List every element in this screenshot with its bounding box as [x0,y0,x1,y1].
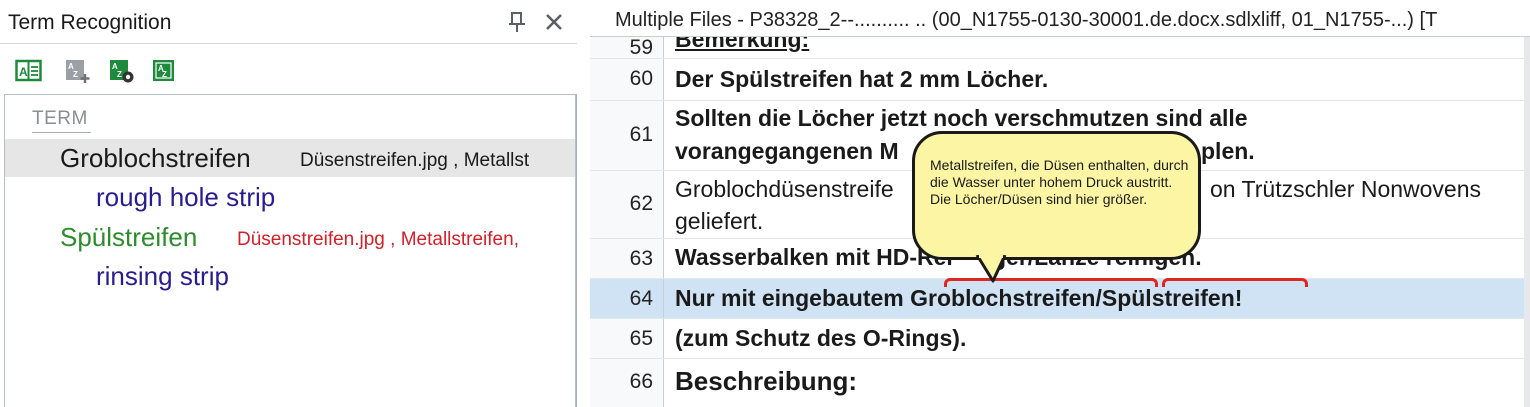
term-list: TERM Groblochstreifen Düsenstreifen.jpg … [4,94,576,407]
segment-number: 59 [590,37,664,58]
source-term: Groblochstreifen [60,143,251,173]
term-files: Düsenstreifen.jpg , Metallstreifen, [237,229,519,250]
segment-number: 60 [590,59,664,100]
term-files: Düsenstreifen.jpg , Metallst [300,150,530,171]
editor-title: Multiple Files - P38328_2--.......... ..… [615,9,1438,31]
term-row[interactable]: Spülstreifen Düsenstreifen.jpg , Metalls… [5,218,575,256]
term-tooltip: Metallstreifen, die Düsen enthalten, dur… [912,131,1201,260]
segment-number: 63 [590,239,664,278]
segment-number: 65 [590,319,664,358]
vertical-scrollbar[interactable] [1524,37,1530,407]
segment-number: 61 [590,101,664,170]
term-marker [1162,278,1308,287]
segment-text-line2[interactable]: vorangegangenen M [675,136,899,167]
pin-icon[interactable] [506,10,528,34]
term-settings-icon[interactable]: A Z [108,57,135,84]
segment-text-line1[interactable]: Groblochdüsenstreife [675,174,894,205]
tooltip-pointer [975,255,1007,283]
svg-text:Z: Z [117,70,122,79]
svg-text:Z: Z [73,70,78,79]
segment-row[interactable]: 60 Der Spülstreifen hat 2 mm Löcher. [590,59,1524,101]
segment-text[interactable]: Der Spülstreifen hat 2 mm Löcher. [675,64,1048,95]
term-toolbar: A A Z A Z A Z [0,44,577,94]
panel-title: Term Recognition [8,11,172,34]
segment-text-line1-end[interactable]: on Trützschler Nonwovens [1210,174,1481,205]
recognized-term-groblochstreifen[interactable]: Groblochstreifen [910,285,1095,311]
close-icon[interactable] [542,10,566,34]
segment-text-line2[interactable]: geliefert. [675,206,763,237]
segment-row[interactable]: 66 Beschreibung: [590,359,1524,407]
segment-number: 64 [590,279,664,318]
svg-text:A: A [19,65,28,79]
segment-text[interactable]: Nur mit eingebautem Groblochstreifen/Spü… [675,283,1242,314]
segment-number: 62 [590,171,664,238]
term-recognition-panel: Term Recognition A A Z A Z A Z TERM Grob… [0,0,577,407]
panel-header: Term Recognition [0,0,577,44]
segment-row[interactable]: 65 (zum Schutz des O-Rings). [590,319,1524,359]
segment-text[interactable]: Bemerkung: [675,37,809,55]
termbase-search-icon[interactable]: A Z [150,57,177,84]
segment-text-end: ! [1234,285,1243,311]
segment-text[interactable]: Wasserbalken mit HD-Rei [675,242,953,273]
target-term[interactable]: rough hole strip [96,182,275,213]
segment-text[interactable]: (zum Schutz des O-Rings). [675,323,966,354]
segment-number: 66 [590,359,664,407]
segment-text[interactable]: Beschreibung: [675,366,857,397]
segment-text-plain: Nur mit eingebautem [675,285,911,311]
column-header-term[interactable]: TERM [32,108,91,133]
add-term-icon[interactable]: A Z [64,57,91,84]
view-term-icon[interactable]: A [15,57,42,84]
editor-header: Multiple Files - P38328_2--.......... ..… [590,0,1530,37]
term-row[interactable]: Groblochstreifen Düsenstreifen.jpg , Met… [5,139,575,177]
target-term[interactable]: rinsing strip [96,261,229,292]
source-term: Spülstreifen [60,222,198,252]
recognized-term-spuelstreifen[interactable]: Spülstreifen [1102,285,1235,311]
segment-text-line1[interactable]: Sollten die Löcher jetzt noch verschmutz… [675,103,1248,134]
segment-text-line2-end[interactable]: plen. [1201,136,1255,167]
tooltip-text: Metallstreifen, die Düsen enthalten, dur… [930,157,1189,207]
segment-row[interactable]: 59 Bemerkung: [590,37,1524,59]
svg-text:Z: Z [162,70,167,79]
